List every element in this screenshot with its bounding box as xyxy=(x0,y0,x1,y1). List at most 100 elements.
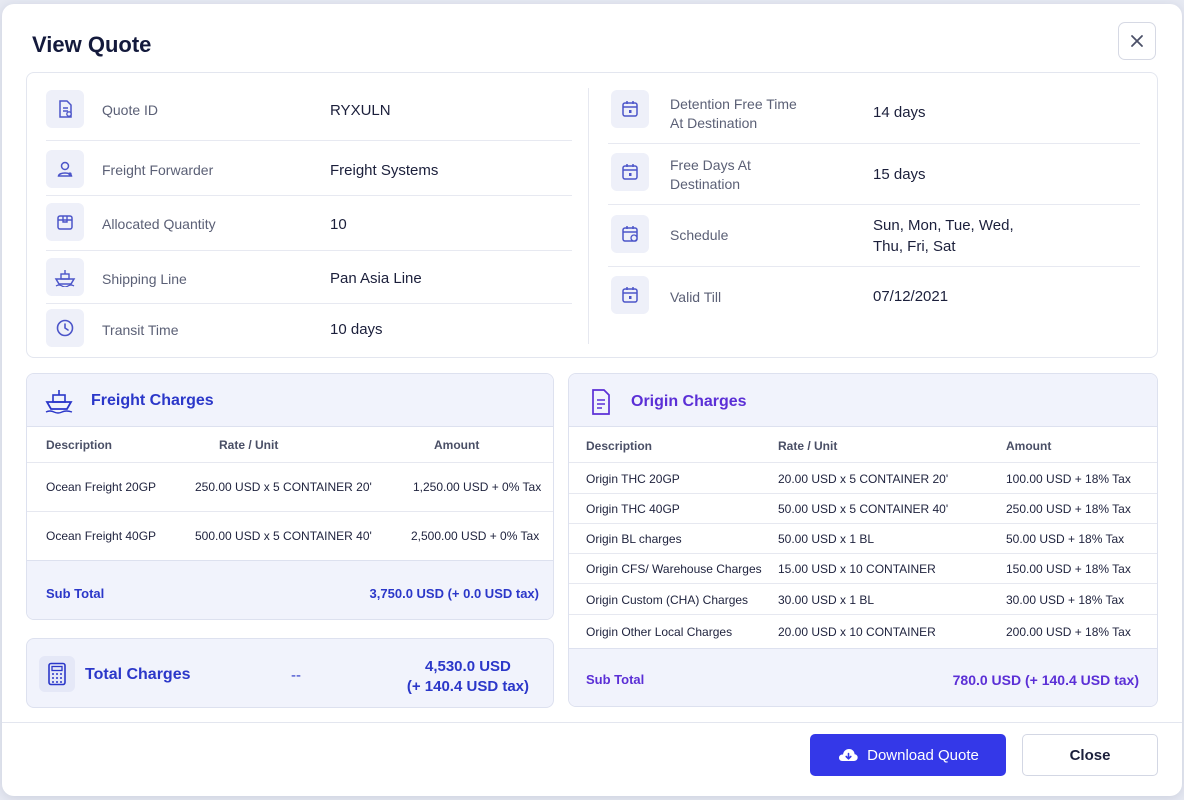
user-icon xyxy=(46,150,84,188)
origin-charges-title: Origin Charges xyxy=(631,393,747,410)
document-icon xyxy=(46,90,84,128)
quote-id-row xyxy=(46,90,84,128)
row-divider xyxy=(46,140,572,141)
cell-amount: 250.00 USD + 18% Tax xyxy=(1006,502,1131,516)
cell-description: Origin Custom (CHA) Charges xyxy=(586,593,749,607)
shipping-line-label: Shipping Line xyxy=(102,271,187,287)
cell-amount: 200.00 USD + 18% Tax xyxy=(1006,625,1131,639)
allocated-quantity-label: Allocated Quantity xyxy=(102,216,216,232)
freight-forwarder-label: Freight Forwarder xyxy=(102,162,214,178)
clock-icon xyxy=(46,309,84,347)
cell-rate: 500.00 USD x 5 CONTAINER 40' xyxy=(195,529,372,543)
footer-divider xyxy=(2,722,1182,723)
row-divider xyxy=(46,250,572,251)
free-days-label: Free Days At Destination xyxy=(670,157,751,192)
origin-charges-panel: Origin Charges Description Rate / Unit A… xyxy=(568,373,1158,707)
detention-free-time-row xyxy=(611,90,649,128)
freight-charges-title: Freight Charges xyxy=(91,392,214,409)
free-days-value: 15 days xyxy=(873,166,926,183)
shipping-line-row xyxy=(46,258,84,296)
origin-subtotal-value: 780.0 USD (+ 140.4 USD tax) xyxy=(952,672,1139,688)
valid-till-label: Valid Till xyxy=(670,289,722,305)
column-header-amount: Amount xyxy=(434,438,480,452)
download-quote-label: Download Quote xyxy=(867,746,979,764)
cell-rate: 50.00 USD x 5 CONTAINER 40' xyxy=(778,502,949,516)
origin-subtotal-label: Sub Total xyxy=(586,672,645,687)
detention-free-time-label: Detention Free Time At Destination xyxy=(670,96,797,131)
cell-rate: 20.00 USD x 10 CONTAINER xyxy=(778,625,936,639)
row-divider xyxy=(46,195,572,196)
calendar-icon xyxy=(611,90,649,128)
ship-icon xyxy=(41,382,77,418)
cell-description: Origin CFS/ Warehouse Charges xyxy=(586,562,762,576)
freight-forwarder-value: Freight Systems xyxy=(330,162,439,179)
cell-description: Origin THC 40GP xyxy=(586,502,680,516)
calendar-clock-icon xyxy=(611,215,649,253)
column-header-rate: Rate / Unit xyxy=(219,438,279,452)
row-divider xyxy=(569,493,1157,494)
cell-rate: 250.00 USD x 5 CONTAINER 20' xyxy=(195,480,372,494)
schedule-label: Schedule xyxy=(670,227,729,243)
valid-till-value: 07/12/2021 xyxy=(873,288,949,305)
ship-icon xyxy=(46,258,84,296)
receipt-icon xyxy=(583,384,619,420)
total-charges-label: Total Charges xyxy=(85,666,191,683)
row-divider xyxy=(27,511,553,512)
quote-id-value: RYXULN xyxy=(330,102,391,119)
cell-rate: 15.00 USD x 10 CONTAINER xyxy=(778,562,936,576)
cell-description: Origin Other Local Charges xyxy=(586,625,733,639)
column-header-description: Description xyxy=(46,438,113,452)
schedule-value: Sun, Mon, Tue, Wed, Thu, Fri, Sat xyxy=(873,217,1014,255)
row-divider xyxy=(46,303,572,304)
row-divider xyxy=(608,266,1140,267)
total-charges-amount: 4,530.0 USD (+ 140.4 USD tax) xyxy=(406,658,529,695)
freight-subtotal-label: Sub Total xyxy=(46,586,105,601)
transit-time-row xyxy=(46,309,84,347)
row-divider xyxy=(569,614,1157,615)
shipping-line-value: Pan Asia Line xyxy=(330,270,422,287)
row-divider xyxy=(569,523,1157,524)
column-header-rate: Rate / Unit xyxy=(778,439,838,453)
allocated-quantity-value: 10 xyxy=(330,216,347,233)
close-icon xyxy=(1131,35,1143,47)
calendar-icon xyxy=(611,276,649,314)
cell-description: Origin BL charges xyxy=(586,532,682,546)
view-quote-modal: View Quote Quote ID RYXULN Freight Forwa… xyxy=(2,4,1182,796)
total-charges-panel: Total Charges -- 4,530.0 USD (+ 140.4 US… xyxy=(26,638,554,708)
header-divider xyxy=(569,462,1157,463)
cell-amount: 1,250.00 USD + 0% Tax xyxy=(413,480,542,494)
freight-charges-panel: Freight Charges Description Rate / Unit … xyxy=(26,373,554,620)
quote-id-label: Quote ID xyxy=(102,102,159,118)
cell-rate: 50.00 USD x 1 BL xyxy=(778,532,875,546)
row-divider xyxy=(608,143,1140,144)
valid-till-row xyxy=(611,276,649,314)
column-header-amount: Amount xyxy=(1006,439,1052,453)
cell-description: Origin THC 20GP xyxy=(586,472,680,486)
row-divider xyxy=(569,583,1157,584)
row-divider xyxy=(608,204,1140,205)
cell-amount: 2,500.00 USD + 0% Tax xyxy=(411,529,540,543)
freight-subtotal-value: 3,750.0 USD (+ 0.0 USD tax) xyxy=(369,586,539,601)
cell-amount: 100.00 USD + 18% Tax xyxy=(1006,472,1131,486)
cell-rate: 30.00 USD x 1 BL xyxy=(778,593,875,607)
free-days-row xyxy=(611,153,649,191)
transit-time-label: Transit Time xyxy=(102,322,179,338)
cell-description: Ocean Freight 40GP xyxy=(46,529,157,543)
header-divider xyxy=(27,462,553,463)
cell-amount: 150.00 USD + 18% Tax xyxy=(1006,562,1131,576)
modal-title: View Quote xyxy=(32,32,152,57)
cell-rate: 20.00 USD x 5 CONTAINER 20' xyxy=(778,472,949,486)
close-modal-button[interactable] xyxy=(1118,22,1156,60)
row-divider xyxy=(569,553,1157,554)
download-quote-button[interactable]: Download Quote xyxy=(810,734,1006,776)
box-icon xyxy=(46,203,84,241)
cell-amount: 30.00 USD + 18% Tax xyxy=(1006,593,1125,607)
calendar-icon xyxy=(611,153,649,191)
close-button[interactable]: Close xyxy=(1022,734,1158,776)
cloud-download-icon xyxy=(839,749,858,761)
column-header-description: Description xyxy=(586,439,653,453)
detention-free-time-value: 14 days xyxy=(873,104,926,121)
details-divider xyxy=(588,88,589,344)
transit-time-value: 10 days xyxy=(330,321,383,338)
cell-description: Ocean Freight 20GP xyxy=(46,480,157,494)
